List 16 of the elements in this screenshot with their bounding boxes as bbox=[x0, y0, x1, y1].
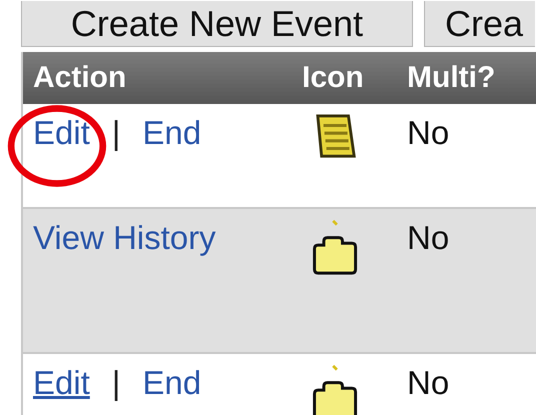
table-cell: No bbox=[407, 208, 536, 353]
link-separator: | bbox=[112, 114, 120, 152]
create-button[interactable]: Crea bbox=[424, 1, 535, 47]
column-header: Multi? bbox=[407, 52, 536, 104]
action-link[interactable]: Edit bbox=[33, 364, 90, 401]
folder-icon bbox=[312, 219, 358, 275]
link-separator: | bbox=[112, 364, 120, 402]
action-link[interactable]: End bbox=[142, 364, 202, 401]
column-header: Icon bbox=[302, 52, 407, 104]
column-header: Action bbox=[22, 52, 302, 104]
folder-icon bbox=[312, 364, 358, 415]
table-cell: No bbox=[407, 104, 536, 208]
action-link[interactable]: View History bbox=[33, 219, 216, 256]
action-link[interactable]: End bbox=[142, 114, 202, 151]
create-button[interactable]: Create New Event bbox=[21, 1, 413, 47]
table-cell: No bbox=[407, 353, 536, 415]
